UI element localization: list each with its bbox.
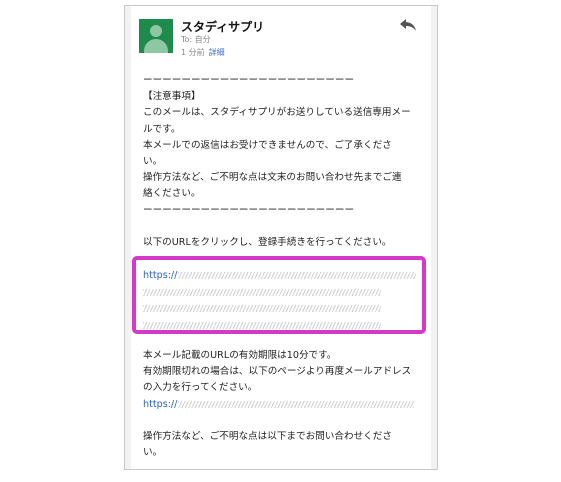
details-link[interactable]: 詳細 [209, 48, 225, 57]
instruction-text: 以下のURLをクリックし、登録手続きを行ってください。 [143, 237, 392, 249]
email-time: 1 分前 [181, 48, 205, 57]
notice-title: 【注意事項】 [143, 91, 201, 103]
expiry-line: の入力を行ってください。 [143, 382, 258, 394]
reentry-url-link[interactable]: https:// [143, 397, 425, 413]
sender-name: スタディサプリ [181, 20, 265, 34]
email-body-notice: ーーーーーーーーーーーーーーーーーーーーーー 【注意事項】 このメールは、スタデ… [143, 73, 425, 251]
expiry-line: 有効期限切れの場合は、以下のページより再度メールアドレス [143, 366, 412, 378]
notice-line: 操作方法など、ご不明な点は文末のお問い合わせ先までご連 [143, 172, 402, 184]
notice-line: 本メールでの返信はお受けできませんので、ご了承くださ [143, 139, 392, 151]
notice-line: い。 [143, 156, 163, 168]
mail-screen: スタディサプリ To: 自分 1 分前 詳細 ーーーーーーーーーーーーーーーーーー… [124, 5, 438, 470]
email-body-expiry: 本メール記載のURLの有効期限は10分です。 有効期限切れの場合は、以下のページ… [143, 348, 425, 461]
contact-line: い。 [143, 447, 163, 459]
notice-line: このメールは、スタディサプリがお送りしている送信専用メー [143, 107, 411, 119]
avatar-icon [139, 19, 173, 53]
redacted-url [178, 401, 415, 409]
notice-line: ルです。 [143, 123, 181, 135]
recipient-line: To: 自分 [181, 35, 211, 44]
reply-icon[interactable] [399, 18, 417, 32]
url-highlight-box [132, 256, 426, 334]
expiry-line: 本メール記載のURLの有効期限は10分です。 [143, 350, 337, 361]
email-card: スタディサプリ To: 自分 1 分前 詳細 ーーーーーーーーーーーーーーーーーー… [131, 6, 431, 469]
divider-bottom: ーーーーーーーーーーーーーーーーーーーーーー [143, 204, 355, 216]
notice-line: 絡ください。 [143, 188, 201, 200]
contact-line: 操作方法など、ご不明な点は以下までお問い合わせくださ [143, 430, 392, 442]
divider-top: ーーーーーーーーーーーーーーーーーーーーーー [143, 75, 355, 86]
url-prefix: https:// [143, 398, 178, 410]
email-meta: 1 分前 詳細 [181, 47, 225, 58]
